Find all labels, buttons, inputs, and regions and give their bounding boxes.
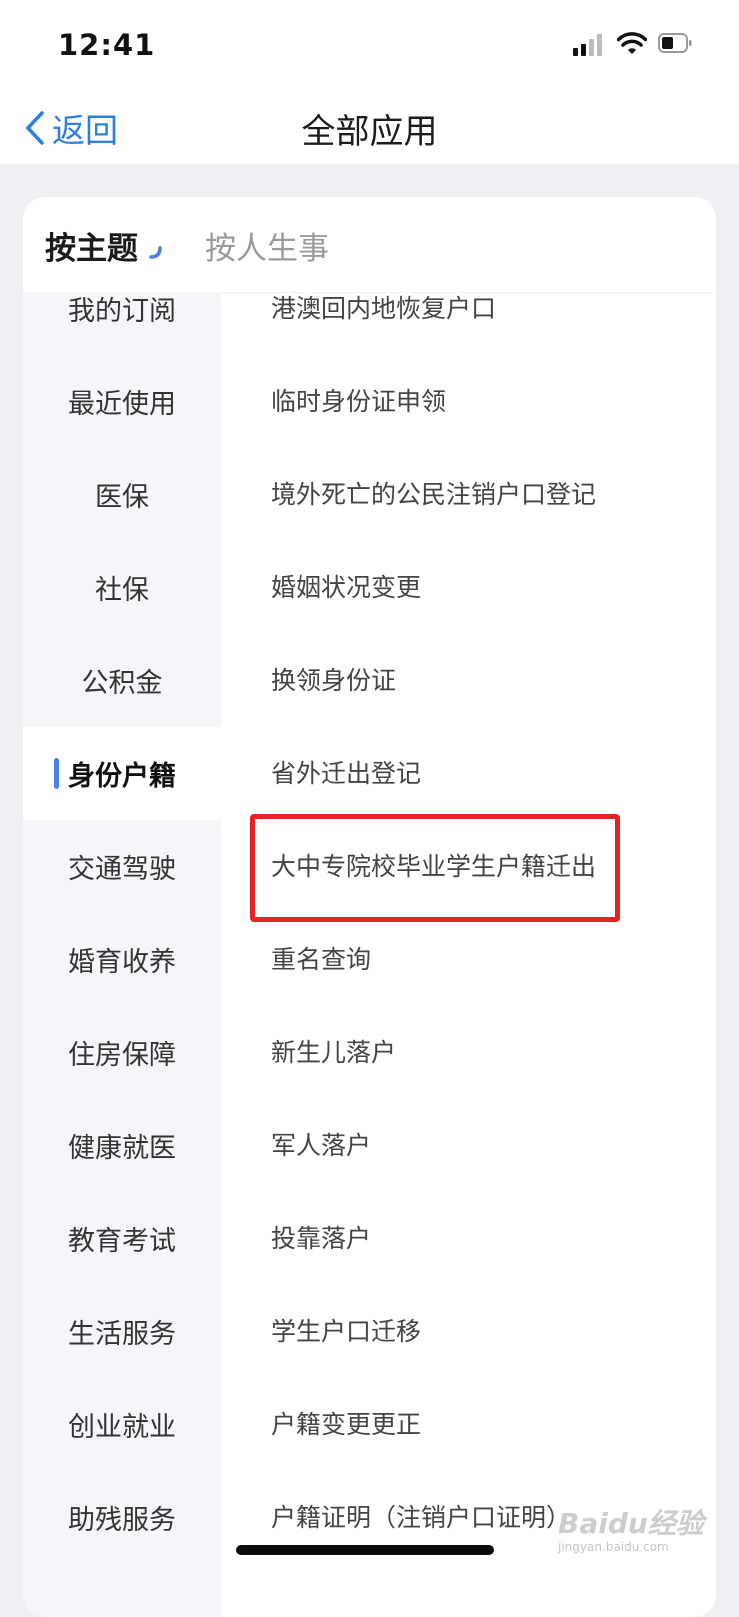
active-indicator bbox=[54, 758, 59, 789]
list-item[interactable]: 境外死亡的公民注销户口登记 bbox=[271, 475, 596, 511]
sidebar-item-identity-household[interactable]: 身份户籍 bbox=[23, 727, 221, 820]
sidebar-item-medical-insurance[interactable]: 医保 bbox=[23, 448, 221, 541]
sidebar-item-traffic[interactable]: 交通驾驶 bbox=[23, 820, 221, 913]
sidebar-item-social-security[interactable]: 社保 bbox=[23, 541, 221, 634]
battery-icon bbox=[658, 33, 692, 53]
highlight-box bbox=[250, 814, 620, 922]
list-item[interactable]: 省外迁出登记 bbox=[271, 754, 421, 790]
tab-active-indicator bbox=[149, 246, 162, 259]
list-item[interactable]: 军人落户 bbox=[271, 1126, 371, 1162]
watermark-logo: Baidu经验 bbox=[558, 1507, 704, 1540]
category-sidebar: 我的订阅 最近使用 医保 社保 公积金 身份户籍 交通驾驶 婚育收养 住房保障 … bbox=[23, 292, 221, 1617]
status-bar: 12:41 bbox=[0, 0, 739, 92]
sidebar-item-life-services[interactable]: 生活服务 bbox=[23, 1285, 221, 1378]
sidebar-item-label: 身份户籍 bbox=[68, 761, 176, 792]
sidebar-item-employment[interactable]: 创业就业 bbox=[23, 1378, 221, 1471]
watermark-url: jingyan.baidu.com bbox=[558, 1540, 669, 1554]
sidebar-item-housing-fund[interactable]: 公积金 bbox=[23, 634, 221, 727]
sidebar-item-disability-services[interactable]: 助残服务 bbox=[23, 1471, 221, 1564]
navigation-bar: 返回 全部应用 bbox=[0, 92, 739, 164]
sidebar-item-subscriptions[interactable]: 我的订阅 bbox=[23, 262, 221, 355]
sidebar-item-marriage-adoption[interactable]: 婚育收养 bbox=[23, 913, 221, 1006]
list-item[interactable]: 婚姻状况变更 bbox=[271, 568, 421, 604]
list-item[interactable]: 港澳回内地恢复户口 bbox=[271, 289, 496, 325]
list-item[interactable]: 学生户口迁移 bbox=[271, 1312, 421, 1348]
list-item[interactable]: 户籍变更更正 bbox=[271, 1405, 421, 1441]
tab-by-life-event[interactable]: 按人生事 bbox=[205, 223, 329, 268]
sidebar-item-housing[interactable]: 住房保障 bbox=[23, 1006, 221, 1099]
watermark: Baidu经验 jingyan.baidu.com bbox=[558, 1502, 728, 1562]
wifi-icon bbox=[617, 32, 647, 54]
list-item[interactable]: 换领身份证 bbox=[271, 661, 396, 697]
sidebar-item-education[interactable]: 教育考试 bbox=[23, 1192, 221, 1285]
list-item[interactable]: 投靠落户 bbox=[271, 1219, 371, 1255]
cellular-signal-icon bbox=[573, 34, 602, 56]
sidebar-item-recent[interactable]: 最近使用 bbox=[23, 355, 221, 448]
home-indicator[interactable] bbox=[236, 1545, 494, 1555]
list-item[interactable]: 户籍证明（注销户口证明） bbox=[271, 1498, 571, 1534]
status-time: 12:41 bbox=[58, 28, 156, 62]
sidebar-item-health[interactable]: 健康就医 bbox=[23, 1099, 221, 1192]
list-item[interactable]: 重名查询 bbox=[271, 940, 371, 976]
list-item[interactable]: 新生儿落户 bbox=[271, 1033, 396, 1069]
page-title: 全部应用 bbox=[301, 112, 438, 152]
list-item[interactable]: 临时身份证申领 bbox=[271, 382, 446, 418]
